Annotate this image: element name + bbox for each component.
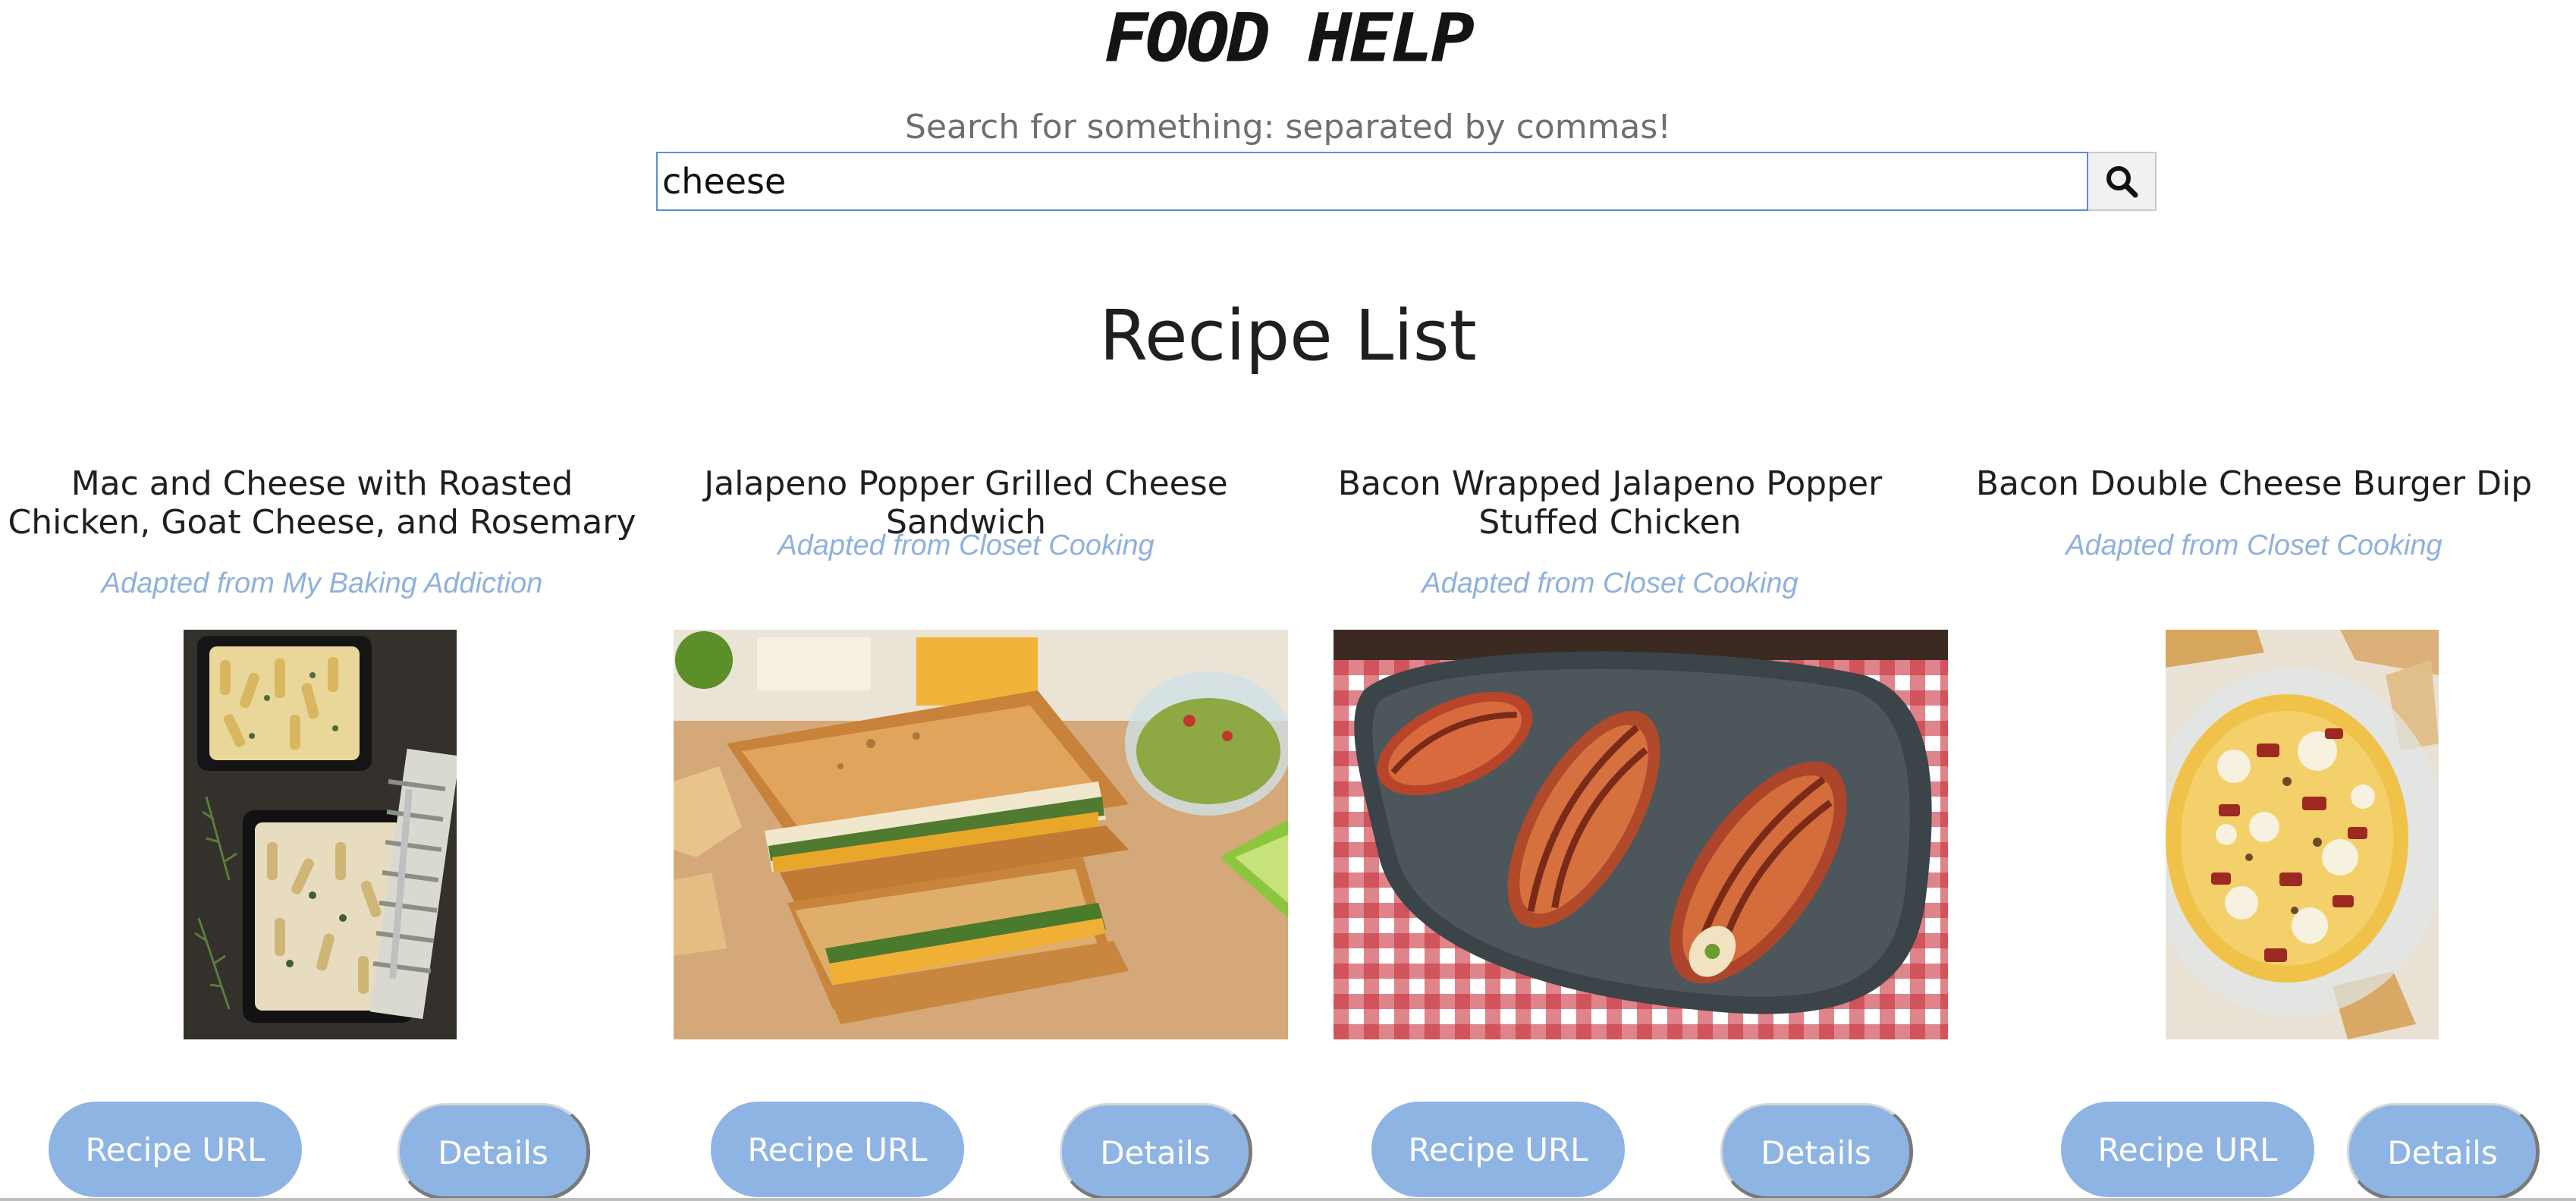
recipe-title: Bacon Wrapped Jalapeno Popper Stuffed Ch… [1337,464,1883,542]
recipe-url-button[interactable]: Recipe URL [49,1102,302,1197]
details-button[interactable]: Details [1060,1103,1252,1200]
recipe-image [1334,630,1948,1039]
recipe-card: Jalapeno Popper Grilled Cheese Sandwich … [644,464,1288,1201]
search-prompt: Search for something: separated by comma… [905,108,1671,146]
details-button[interactable]: Details [397,1103,590,1200]
site-logo[interactable]: FOOD HELP [0,3,2576,73]
details-button[interactable]: Details [1720,1103,1913,1200]
page-divider [0,1198,2576,1201]
page: FOOD HELP Search for something: separate… [0,0,2576,1201]
recipe-card: Bacon Double Cheese Burger Dip Adapted f… [1932,464,2576,1201]
recipe-list-title: Recipe List [1099,295,1477,376]
search-icon [2106,166,2138,198]
recipe-title: Bacon Double Cheese Burger Dip [1975,464,2533,503]
recipe-card: Mac and Cheese with Roasted Chicken, Goa… [0,464,644,1201]
details-button[interactable]: Details [2347,1103,2540,1200]
search-input[interactable] [656,152,2088,211]
recipe-image [184,630,457,1039]
recipe-source[interactable]: Adapted from Closet Cooking [644,528,1288,563]
recipe-image [674,630,1288,1039]
recipe-image [2166,630,2439,1039]
recipe-url-button[interactable]: Recipe URL [2061,1102,2314,1197]
recipe-card: Bacon Wrapped Jalapeno Popper Stuffed Ch… [1288,464,1948,1201]
search-button[interactable] [2088,152,2157,211]
recipe-source[interactable]: Adapted from My Baking Addiction [0,566,644,601]
recipe-title: Mac and Cheese with Roasted Chicken, Goa… [8,464,636,542]
recipe-url-button[interactable]: Recipe URL [1371,1102,1625,1197]
recipe-source[interactable]: Adapted from Closet Cooking [1932,528,2576,563]
recipe-url-button[interactable]: Recipe URL [711,1102,964,1197]
recipe-source[interactable]: Adapted from Closet Cooking [1288,566,1932,601]
